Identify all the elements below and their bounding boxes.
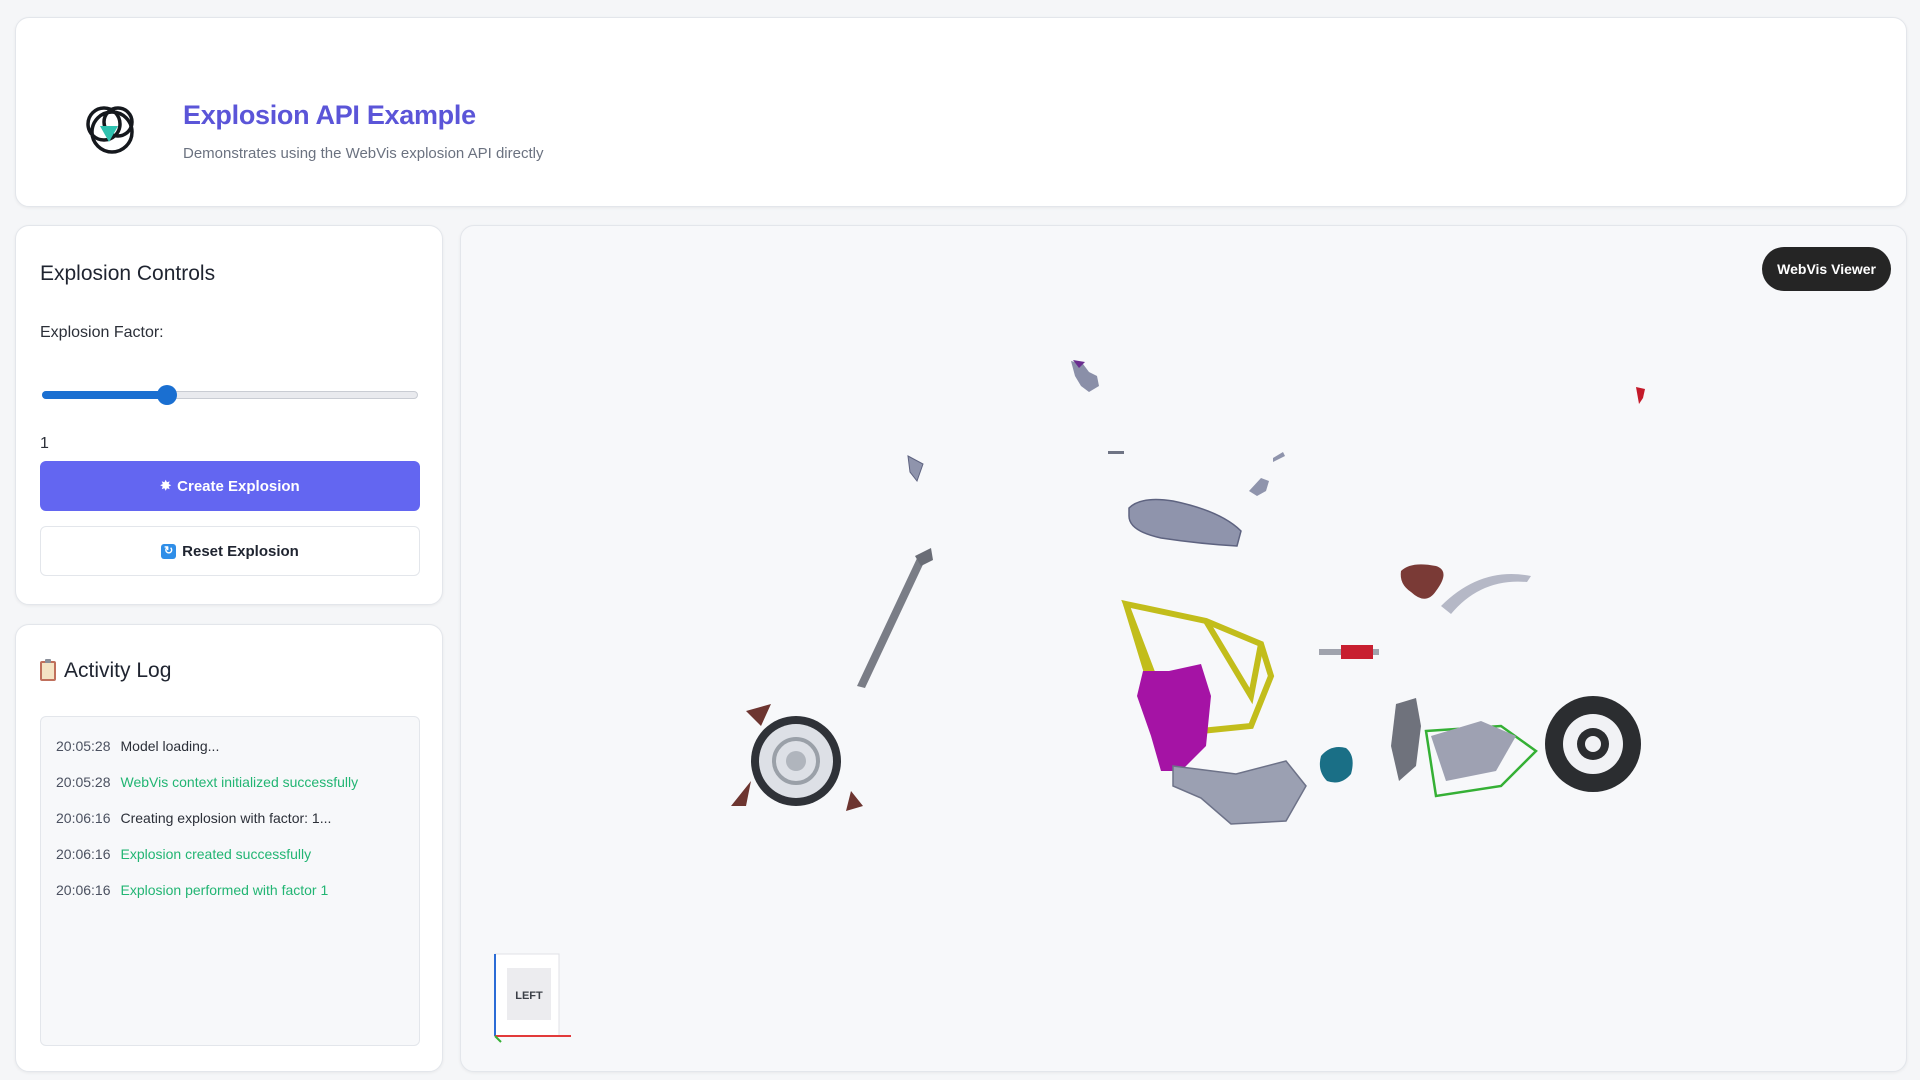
model-part-fuel-tank[interactable]	[1128, 498, 1242, 547]
explosion-icon: ✸	[160, 478, 172, 493]
navigation-cube[interactable]: LEFT	[491, 946, 581, 1046]
activity-log-list[interactable]: 20:05:28 Model loading... 20:05:28 WebVis c…	[40, 716, 420, 1046]
viewer-badge: WebVis Viewer	[1762, 247, 1891, 291]
model-part-flag[interactable]	[1636, 387, 1645, 404]
webvis-viewer[interactable]: WebVis Viewer LEFT	[460, 225, 1907, 1072]
model-part-pin[interactable]	[1108, 451, 1124, 454]
model-part-lever[interactable]	[1249, 452, 1285, 496]
log-entry-message: Model loading...	[120, 738, 220, 754]
log-entry-time: 20:06:16	[56, 810, 111, 826]
log-entry: 20:06:16 Explosion performed with factor …	[56, 880, 419, 916]
log-entry-time: 20:06:16	[56, 882, 111, 898]
log-entry: 20:06:16 Creating explosion with factor: …	[56, 808, 419, 844]
model-part-seat[interactable]	[1400, 564, 1444, 599]
model-part-rear-wheel[interactable]	[1545, 696, 1641, 792]
model-part-bracket[interactable]	[907, 455, 924, 483]
model-part-top-cluster[interactable]	[1071, 360, 1099, 392]
log-entry-message: Explosion created successfully	[120, 846, 312, 862]
model-part-engine[interactable]	[1137, 664, 1211, 771]
reset-explosion-button[interactable]: ↻ Reset Explosion	[40, 526, 420, 576]
log-entry-message: WebVis context initialized successfully	[120, 774, 359, 790]
model-part-fender[interactable]	[1441, 574, 1531, 614]
log-entry-time: 20:05:28	[56, 738, 111, 754]
controls-title: Explosion Controls	[40, 262, 216, 285]
model-part-swingarm[interactable]	[1391, 698, 1538, 798]
model-part-teal-hub[interactable]	[1319, 747, 1353, 783]
model-part-exhaust[interactable]	[1172, 760, 1307, 825]
slider-thumb[interactable]	[157, 385, 178, 405]
log-entry-message: Explosion performed with factor 1	[120, 882, 329, 898]
create-explosion-button[interactable]: ✸ Create Explosion	[40, 461, 420, 511]
webvis-logo-icon	[86, 106, 134, 154]
create-explosion-label: Create Explosion	[177, 477, 300, 495]
log-entry: 20:05:28 Model loading...	[56, 736, 419, 772]
reset-explosion-label: Reset Explosion	[182, 542, 299, 560]
activity-log-title: Activity Log	[64, 659, 172, 682]
page-title: Explosion API Example	[183, 100, 476, 130]
explosion-factor-value: 1	[40, 435, 49, 452]
log-entry-time: 20:06:16	[56, 846, 111, 862]
model-part-front-wheel[interactable]	[731, 704, 863, 811]
explosion-factor-label: Explosion Factor:	[40, 324, 164, 341]
activity-log-heading: Activity Log	[40, 659, 171, 683]
log-entry-time: 20:05:28	[56, 774, 111, 790]
activity-log-panel: Activity Log 20:05:28 Model loading... 20:…	[15, 624, 443, 1072]
model-part-fork[interactable]	[857, 554, 927, 688]
model-part-shock-absorber[interactable]	[1319, 645, 1379, 659]
reset-icon: ↻	[161, 543, 177, 559]
explosion-controls-panel: Explosion Controls Explosion Factor: 1 ✸…	[15, 225, 443, 605]
app-header: Explosion API Example Demonstrates using…	[15, 17, 1907, 207]
slider-fill	[42, 391, 168, 399]
log-entry: 20:05:28 WebVis context initialized succe…	[56, 772, 419, 808]
clipboard-icon	[40, 659, 56, 681]
explosion-factor-slider[interactable]	[42, 385, 418, 405]
nav-cube-face-label[interactable]: LEFT	[515, 990, 543, 1002]
exploded-model-scene[interactable]	[461, 226, 1908, 1073]
page-subtitle: Demonstrates using the WebVis explosion …	[183, 145, 544, 162]
log-entry: 20:06:16 Explosion created successfully	[56, 844, 419, 880]
log-entry-message: Creating explosion with factor: 1...	[120, 810, 332, 826]
